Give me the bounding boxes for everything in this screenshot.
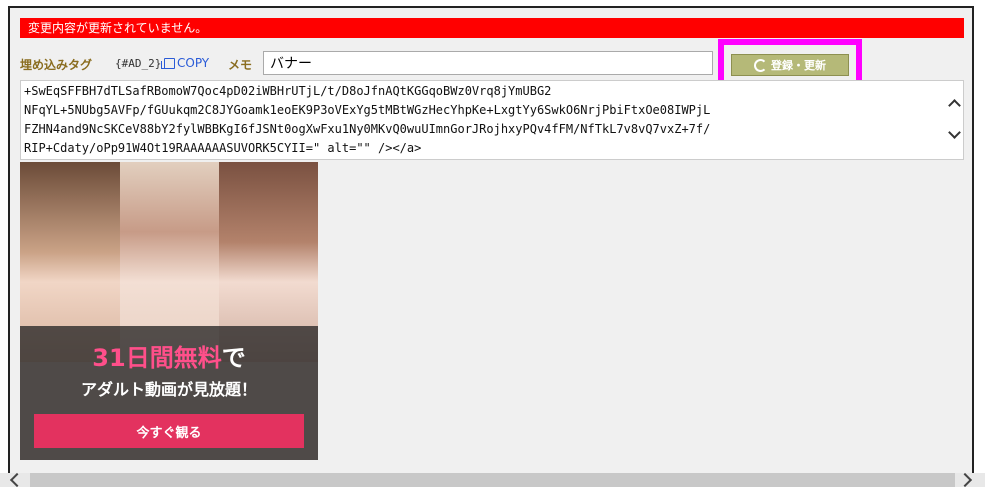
ad-edit-panel: 変更内容が更新されていません。 埋め込みタグ {#AD_2} COPY メモ 登… bbox=[8, 6, 974, 487]
memo-input[interactable] bbox=[263, 51, 713, 75]
embed-tag-label: 埋め込みタグ bbox=[20, 58, 93, 72]
banner-headline: 31日間無料で bbox=[20, 338, 318, 373]
copy-label: COPY bbox=[177, 56, 210, 70]
memo-label: メモ bbox=[228, 58, 253, 72]
alert-banner: 変更内容が更新されていません。 bbox=[20, 18, 964, 38]
scroll-down-icon[interactable] bbox=[947, 126, 961, 139]
refresh-icon bbox=[754, 58, 767, 72]
scrollbar-thumb[interactable] bbox=[30, 473, 955, 487]
banner-preview[interactable]: 31日間無料で アダルト動画が見放題！ 今すぐ観る bbox=[20, 162, 318, 460]
headline-white: で bbox=[221, 344, 246, 372]
code-line: NFqYL+5NUbg5AVFp/fGUukqm2C8JYGoamk1eoEK9… bbox=[24, 103, 711, 117]
banner-subline: アダルト動画が見放題！ bbox=[80, 380, 257, 399]
scroll-up-icon[interactable] bbox=[947, 98, 961, 112]
update-button[interactable]: 登録・更新 bbox=[731, 54, 849, 76]
headline-pink: 31日間無料 bbox=[92, 344, 222, 372]
copy-button[interactable]: COPY bbox=[161, 56, 210, 70]
update-button-label: 登録・更新 bbox=[771, 59, 826, 72]
code-line: RIP+Cdaty/oPp91W4Ot19RAAAAAASUVORK5CYII=… bbox=[24, 141, 422, 155]
tag-code: {#AD_2} bbox=[115, 57, 162, 70]
code-textarea[interactable]: +SwEqSFFBH7dTLSafRBomoW7Qoc4pD02iWBHrUTj… bbox=[20, 80, 964, 160]
copy-icon bbox=[161, 57, 175, 69]
code-line: +SwEqSFFBH7dTLSafRBomoW7Qoc4pD02iWBHrUTj… bbox=[24, 84, 552, 98]
code-line: FZHN4and9NcSKCeV88bY2fylWBBKgI6fJSNt0ogX… bbox=[24, 122, 711, 136]
banner-cta-button[interactable]: 今すぐ観る bbox=[34, 414, 304, 448]
